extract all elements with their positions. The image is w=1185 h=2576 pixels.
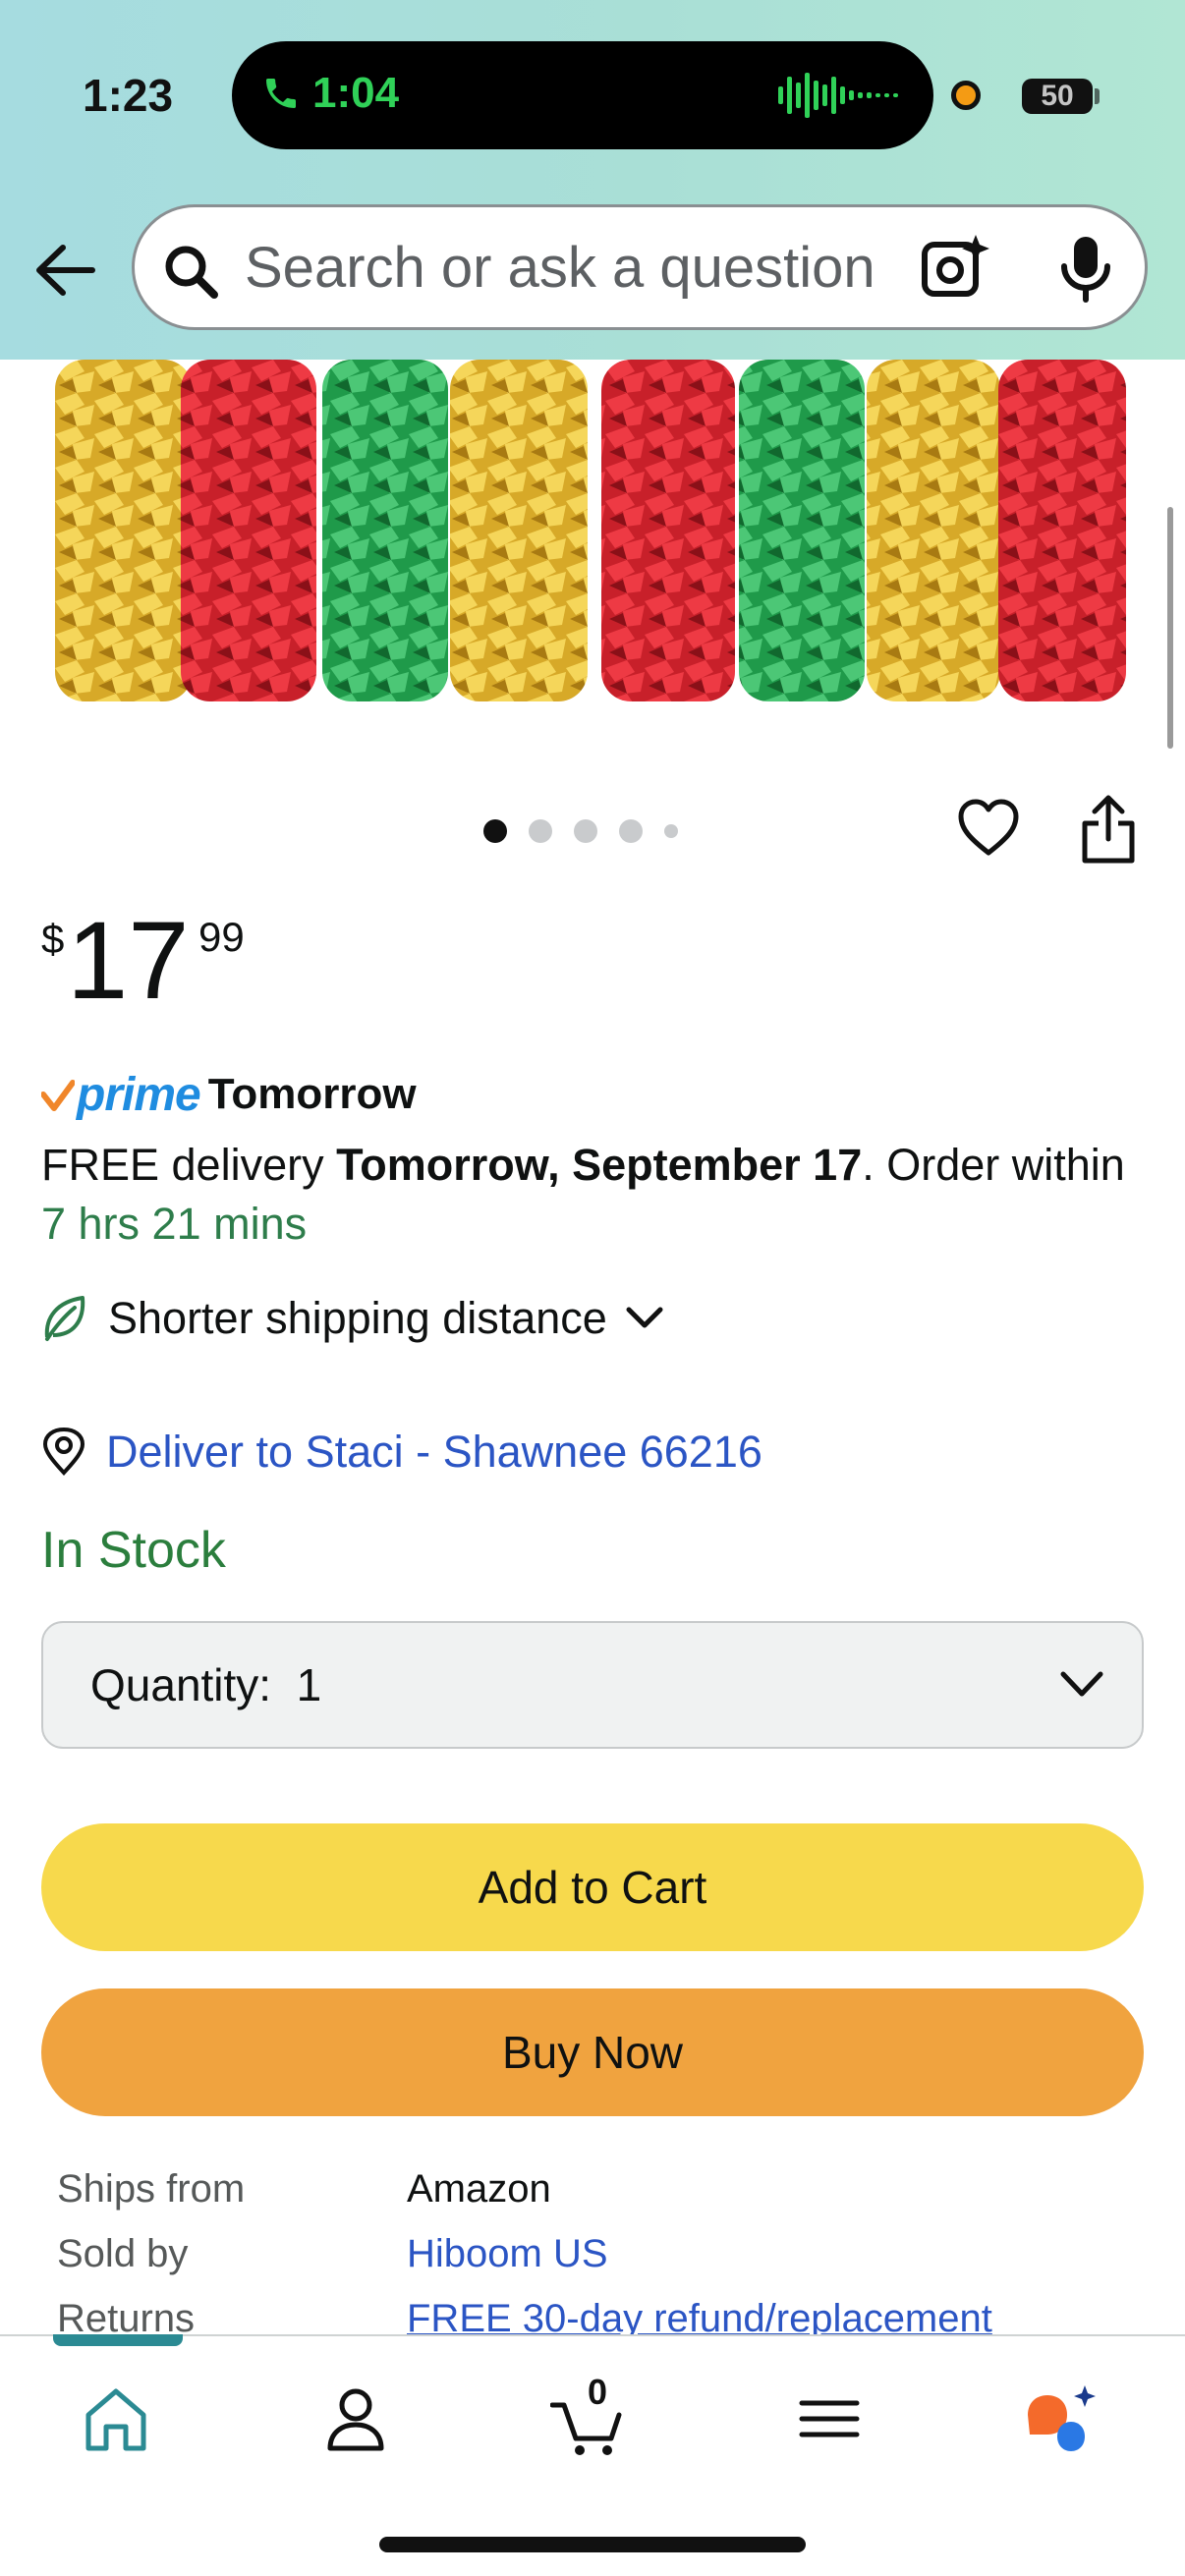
recording-indicator (951, 81, 981, 110)
info-row-ships-from: Ships from Amazon (57, 2167, 1138, 2232)
deliver-to-location[interactable]: Deliver to Staci - Shawnee 66216 (41, 1421, 762, 1484)
info-value: Amazon (407, 2167, 551, 2211)
quantity-label: Quantity: 1 (90, 1659, 322, 1710)
seller-info-table: Ships from Amazon Sold by Hiboom US Retu… (57, 2167, 1138, 2362)
buy-now-button[interactable]: Buy Now (41, 1988, 1144, 2116)
info-key: Sold by (57, 2232, 189, 2275)
call-duration: 1:04 (312, 69, 400, 117)
info-row-sold-by: Sold by Hiboom US (57, 2232, 1138, 2297)
add-to-cart-button[interactable]: Add to Cart (41, 1823, 1144, 1951)
prime-delivery-day: Tomorrow (207, 1070, 417, 1118)
location-pin-icon (42, 1428, 85, 1476)
carousel-dot[interactable] (529, 819, 552, 843)
account-icon[interactable] (316, 2380, 395, 2458)
back-arrow-icon[interactable] (33, 242, 96, 299)
delivery-message: FREE delivery Tomorrow, September 17. Or… (41, 1136, 1132, 1254)
rufus-assistant-icon[interactable] (1022, 2380, 1100, 2458)
prime-logo-text: prime (77, 1068, 201, 1121)
shorter-shipping-toggle[interactable]: Shorter shipping distance (41, 1287, 664, 1350)
leaf-icon (44, 1296, 85, 1341)
price-whole: 17 (67, 899, 190, 1022)
dynamic-island-call[interactable]: 1:04 (232, 41, 933, 149)
camera-lens-icon[interactable] (921, 233, 989, 300)
menu-icon[interactable] (790, 2380, 869, 2458)
status-time: 1:23 (83, 70, 174, 121)
delivery-countdown: 7 hrs 21 mins (41, 1199, 308, 1249)
audio-waveform-icon (778, 73, 898, 118)
battery-cap (1095, 88, 1100, 104)
carousel-dot[interactable] (574, 819, 597, 843)
info-key: Ships from (57, 2167, 246, 2211)
search-bar[interactable]: Search or ask a question (132, 204, 1148, 330)
seller-link[interactable]: Hiboom US (407, 2232, 608, 2297)
carousel-dot[interactable] (619, 819, 643, 843)
active-tab-indicator (53, 2334, 183, 2346)
share-icon[interactable] (1079, 794, 1138, 865)
search-icon (165, 246, 218, 299)
product-image[interactable] (55, 360, 1128, 701)
home-icon[interactable] (77, 2380, 155, 2458)
cart-tab[interactable]: 0 (549, 2372, 629, 2458)
scrollbar-thumb[interactable] (1167, 507, 1173, 749)
chevron-down-icon (626, 1307, 663, 1328)
deliver-to-link[interactable]: Deliver to Staci - Shawnee 66216 (106, 1427, 762, 1478)
carousel-dot[interactable] (664, 824, 678, 838)
quantity-selector[interactable]: Quantity: 1 (41, 1621, 1144, 1749)
delivery-date: Tomorrow, September 17 (336, 1140, 863, 1190)
shipping-distance-label: Shorter shipping distance (108, 1293, 607, 1343)
chevron-down-icon (1060, 1671, 1103, 1697)
cart-count-badge: 0 (588, 2372, 608, 2412)
home-indicator[interactable] (379, 2537, 806, 2552)
delivery-middle: . Order within (862, 1140, 1125, 1190)
image-carousel-dots[interactable] (483, 817, 678, 845)
stock-status: In Stock (41, 1522, 226, 1579)
prime-check-icon (41, 1080, 75, 1111)
price-fraction: 99 (198, 914, 245, 960)
prime-badge: prime Tomorrow (41, 1065, 417, 1124)
phone-icon (266, 79, 296, 108)
tinsel-garland-illustration (55, 360, 1126, 701)
delivery-prefix: FREE delivery (41, 1140, 337, 1190)
heart-icon[interactable] (957, 798, 1020, 857)
battery-indicator: 50 (1022, 79, 1093, 114)
carousel-dot-active[interactable] (483, 819, 507, 843)
search-input[interactable]: Search or ask a question (245, 235, 875, 301)
price-symbol: $ (41, 916, 65, 962)
quantity-value: 1 (296, 1659, 322, 1710)
app-header: 1:23 1:04 50 Search or ask a question (0, 0, 1185, 360)
microphone-icon[interactable] (1056, 235, 1115, 304)
